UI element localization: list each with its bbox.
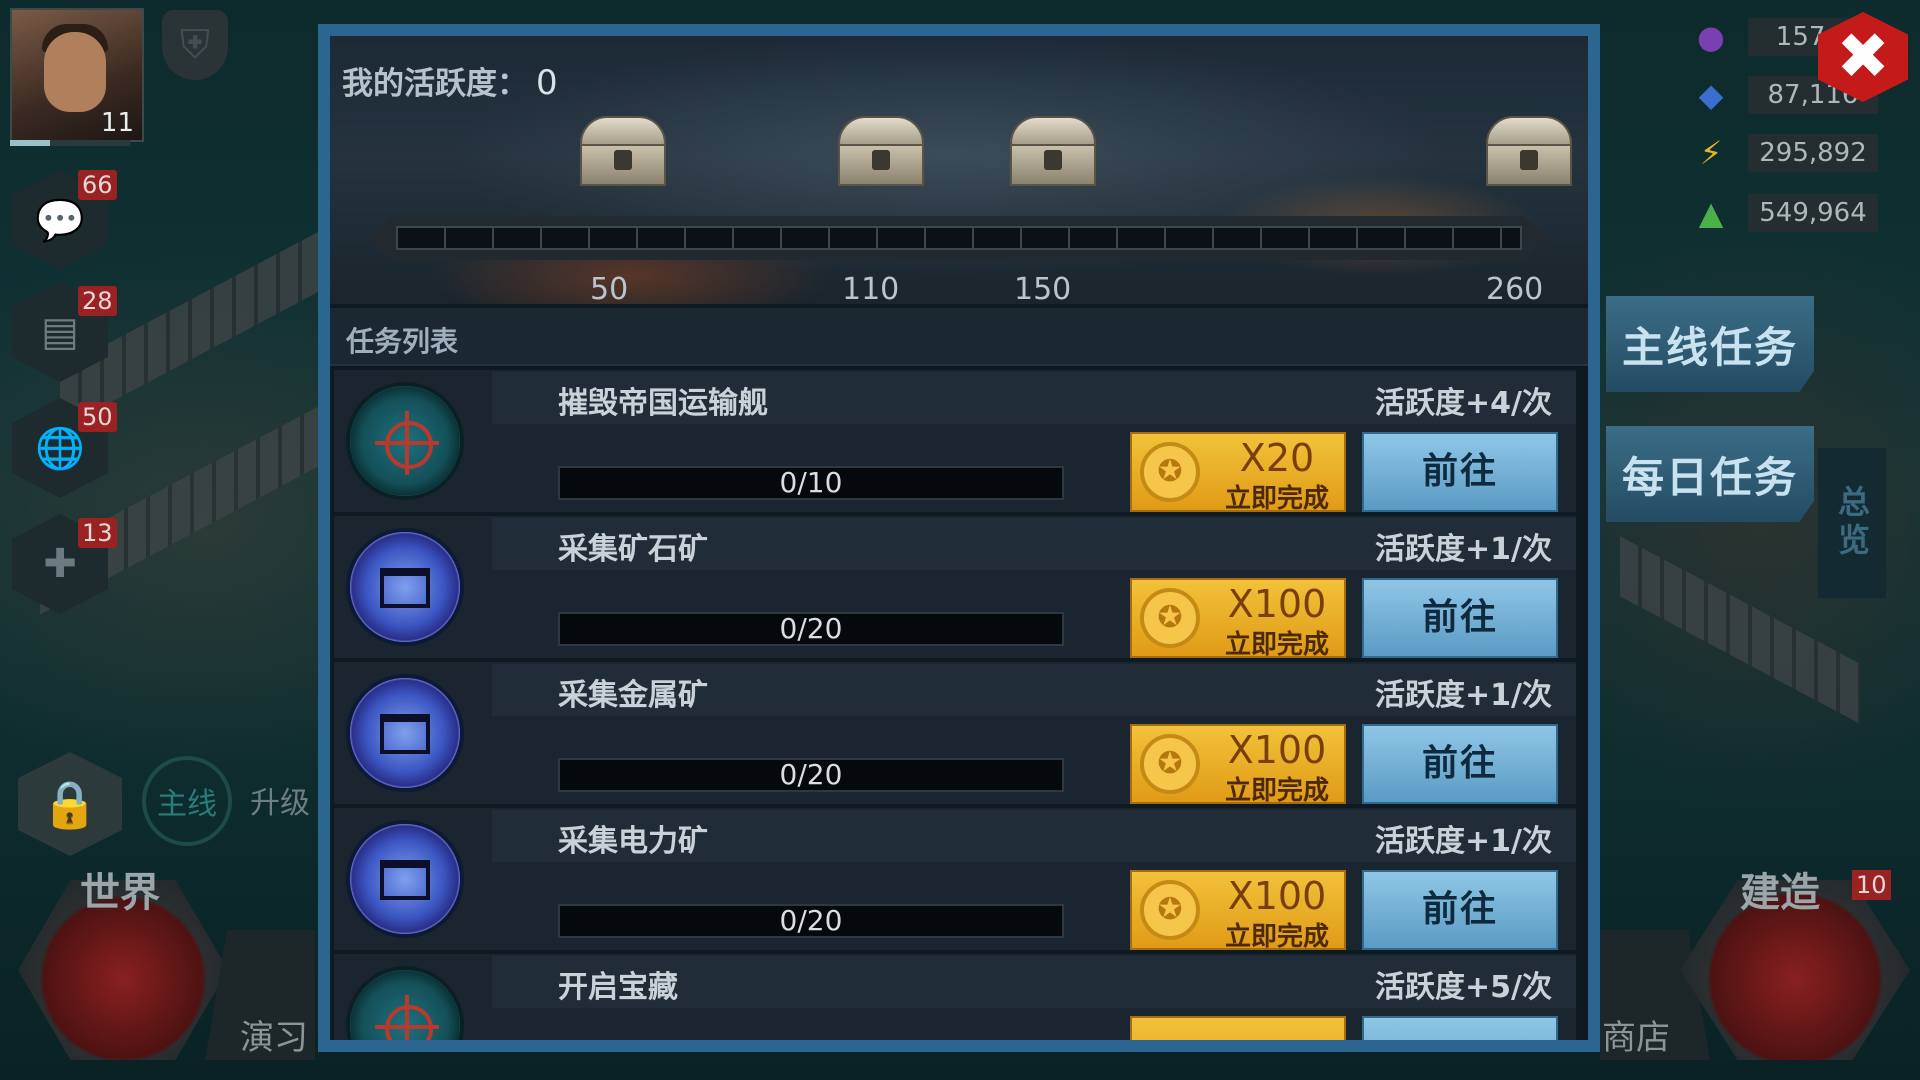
mail-badge: 28 [78, 286, 117, 316]
target-icon [350, 970, 460, 1040]
instant-complete-button[interactable] [1130, 1016, 1346, 1040]
task-row: 采集电力矿 活跃度+1/次 0/20 ✪ X100 立即完成 前往 [334, 808, 1576, 956]
instant-label: 立即完成 [1224, 484, 1329, 514]
activity-value: 0 [536, 63, 558, 103]
chest-lock-icon [872, 150, 890, 170]
cost-multiplier: X100 [1227, 582, 1327, 626]
task-reward: 活跃度+1/次 [1375, 824, 1552, 859]
task-row: 采集矿石矿 活跃度+1/次 0/20 ✪ X100 立即完成 前往 [334, 516, 1576, 664]
go-button[interactable]: 前往 [1362, 870, 1558, 950]
reward-chest[interactable] [580, 116, 666, 186]
oil-pump-icon [350, 678, 460, 788]
shop-label: 商店 [1602, 1018, 1670, 1058]
tab-overview[interactable]: 总览 [1818, 448, 1886, 598]
mainline-button[interactable]: 主线 [142, 756, 232, 846]
reward-chest[interactable] [838, 116, 924, 186]
milestone-label: 150 [1014, 272, 1072, 307]
target-icon [350, 386, 460, 496]
task-row: 开启宝藏 活跃度+5/次 [334, 954, 1576, 1040]
shield-icon[interactable]: ⛨ [162, 10, 228, 80]
player-level: 11 [100, 108, 134, 138]
task-progress: 0/20 [558, 758, 1064, 792]
task-progress: 0/20 [558, 612, 1064, 646]
daily-task-dialog: 我的活跃度： 0 50 110 150 260 任务列表 摧毁帝国运输舰 活跃度+… [318, 24, 1600, 1052]
go-button[interactable]: 前往 [1362, 724, 1558, 804]
task-name: 采集金属矿 [558, 678, 708, 713]
gold-coin-icon: ✪ [1140, 442, 1200, 502]
instant-complete-button[interactable]: ✪ X100 立即完成 [1130, 578, 1346, 660]
player-avatar[interactable]: 11 [10, 8, 144, 142]
milestone-label: 110 [842, 272, 900, 307]
oil-pump-icon [350, 532, 460, 642]
milestone-label: 260 [1486, 272, 1544, 307]
go-button[interactable]: 前往 [1362, 432, 1558, 512]
lock-icon: 🔒 [41, 776, 99, 831]
task-list-header: 任务列表 [330, 308, 1588, 366]
task-list-title: 任务列表 [346, 325, 459, 358]
experience-bar [10, 140, 130, 146]
activity-label: 我的活跃度： [342, 66, 528, 102]
task-row: 摧毁帝国运输舰 活跃度+4/次 0/10 ✪ X20 立即完成 前往 [334, 370, 1576, 518]
chest-lock-icon [1520, 150, 1538, 170]
ore-icon: ▲ [1698, 194, 1724, 232]
cost-multiplier: X20 [1239, 436, 1315, 480]
cost-multiplier: X100 [1227, 874, 1327, 918]
tab-daily-quest[interactable]: 每日任务 [1606, 426, 1814, 522]
alliance-badge: 50 [78, 402, 117, 432]
task-name: 摧毁帝国运输舰 [558, 386, 768, 421]
resource-value: 549,964 [1748, 194, 1878, 232]
drill-label: 演习 [240, 1018, 308, 1058]
task-reward: 活跃度+5/次 [1375, 970, 1552, 1005]
close-icon: ✖ [1836, 20, 1890, 94]
go-button[interactable]: 前往 [1362, 578, 1558, 658]
task-row: 采集金属矿 活跃度+1/次 0/20 ✪ X100 立即完成 前往 [334, 662, 1576, 810]
milestone-label: 50 [590, 272, 629, 307]
chest-lock-icon [614, 150, 632, 170]
activity-panel: 我的活跃度： 0 50 110 150 260 [330, 36, 1588, 307]
oil-drop-icon: ● [1697, 18, 1725, 56]
mainline-label: 主线 [157, 787, 217, 822]
gold-coin-icon: ✪ [1140, 588, 1200, 648]
resource-value: 295,892 [1748, 134, 1878, 172]
instant-label: 立即完成 [1224, 776, 1329, 806]
reward-chest[interactable] [1486, 116, 1572, 186]
dialog-body: 我的活跃度： 0 50 110 150 260 任务列表 摧毁帝国运输舰 活跃度+… [330, 36, 1588, 1040]
instant-label: 立即完成 [1224, 922, 1329, 952]
instant-label: 立即完成 [1224, 630, 1329, 660]
task-reward: 活跃度+1/次 [1375, 532, 1552, 567]
task-name: 采集矿石矿 [558, 532, 708, 567]
world-label: 世界 [80, 870, 160, 916]
cost-multiplier: X100 [1227, 728, 1327, 772]
task-name: 采集电力矿 [558, 824, 708, 859]
metal-icon: ◆ [1698, 76, 1724, 114]
medical-badge: 13 [78, 518, 117, 548]
gold-coin-icon: ✪ [1140, 734, 1200, 794]
gold-coin-icon: ✪ [1140, 880, 1200, 940]
activity-title: 我的活跃度： 0 [342, 58, 558, 103]
build-badge: 10 [1852, 870, 1891, 900]
activity-progress-bar [396, 226, 1522, 250]
energy-icon: ⚡ [1699, 134, 1723, 172]
instant-complete-button[interactable]: ✪ X100 立即完成 [1130, 870, 1346, 952]
task-progress: 0/10 [558, 466, 1064, 500]
upgrade-label[interactable]: 升级 [250, 778, 310, 822]
chest-lock-icon [1044, 150, 1062, 170]
build-label: 建造 [1740, 870, 1820, 916]
task-reward: 活跃度+4/次 [1375, 386, 1552, 421]
go-button[interactable] [1362, 1016, 1558, 1040]
oil-pump-icon [350, 824, 460, 934]
task-name: 开启宝藏 [558, 970, 678, 1005]
task-progress: 0/20 [558, 904, 1064, 938]
chat-badge: 66 [78, 170, 117, 200]
reward-chest[interactable] [1010, 116, 1096, 186]
task-reward: 活跃度+1/次 [1375, 678, 1552, 713]
avatar-face [44, 32, 106, 112]
instant-complete-button[interactable]: ✪ X20 立即完成 [1130, 432, 1346, 514]
tab-main-quest[interactable]: 主线任务 [1606, 296, 1814, 392]
instant-complete-button[interactable]: ✪ X100 立即完成 [1130, 724, 1346, 806]
